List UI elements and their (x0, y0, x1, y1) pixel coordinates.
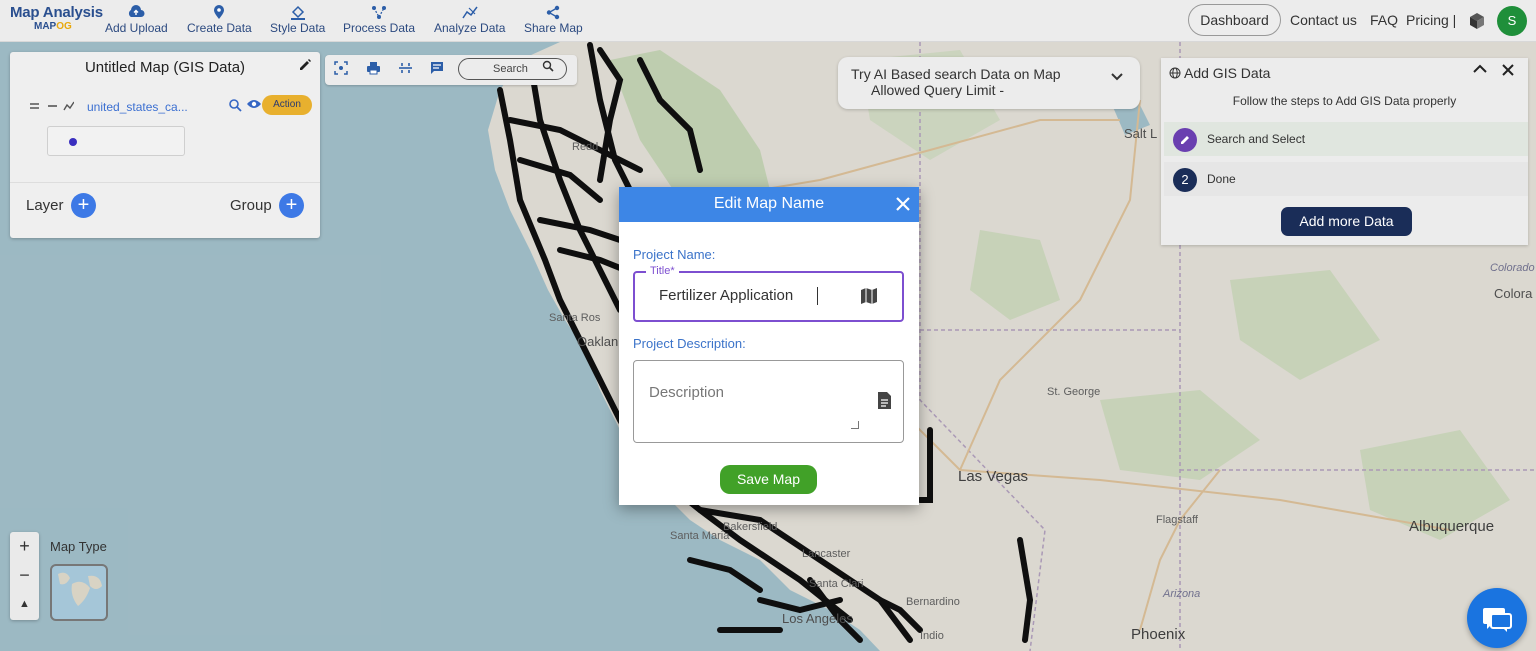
zoom-out-button[interactable]: − (10, 561, 39, 590)
measure-icon[interactable] (398, 61, 413, 78)
edit-map-name-modal: Edit Map Name Project Name: Title* Ferti… (619, 187, 919, 505)
chat-icon (1483, 608, 1512, 632)
top-navbar: Map Analysis MAPOG Add Upload Create Dat… (0, 0, 1536, 42)
layer-label: Layer (26, 197, 64, 214)
title-field[interactable]: Title* Fertilizer Application (633, 265, 904, 322)
save-map-button[interactable]: Save Map (720, 465, 817, 494)
zoom-to-layer-icon[interactable] (228, 98, 242, 115)
nav-create-data[interactable]: Create Data (187, 5, 252, 35)
map-title: Untitled Map (GIS Data) (84, 59, 246, 76)
text-cursor (817, 287, 818, 305)
user-avatar[interactable]: S (1497, 6, 1527, 36)
nav-style-data[interactable]: Style Data (270, 5, 325, 35)
title-field-label: Title* (646, 265, 679, 277)
nav-analyze-data[interactable]: Analyze Data (434, 5, 505, 35)
zoom-in-button[interactable]: + (10, 532, 39, 561)
share-icon (524, 5, 583, 21)
add-layer-button[interactable]: + (71, 193, 96, 218)
nav-add-upload[interactable]: Add Upload (105, 5, 168, 35)
panel-divider (10, 182, 320, 183)
faq-link[interactable]: FAQ (1370, 12, 1398, 28)
location-pin-icon (187, 5, 252, 21)
zoom-control: + − ▲ (10, 532, 39, 620)
search-label: Search (493, 63, 528, 75)
map-toolstrip: Search (325, 55, 577, 85)
edit-pencil-icon[interactable] (298, 58, 312, 77)
map-type-label: Map Type (50, 539, 107, 554)
ai-search-title: Try AI Based search Data on Map (851, 66, 1061, 82)
step-done[interactable]: 2 Done (1164, 162, 1528, 196)
nav-label: Share Map (524, 21, 583, 35)
nav-label: Analyze Data (434, 21, 506, 35)
brand-subtitle: MAPOG (34, 21, 72, 32)
step-search-and-select[interactable]: Search and Select (1164, 122, 1528, 156)
print-icon[interactable] (366, 61, 381, 78)
fullscreen-icon[interactable] (334, 61, 348, 78)
map-search-button[interactable]: Search (458, 58, 567, 80)
nav-label: Add Upload (105, 21, 168, 35)
layer-action-button[interactable]: Action (262, 95, 312, 115)
gis-panel-subtitle: Follow the steps to Add GIS Data properl… (1232, 94, 1457, 108)
resize-handle-icon[interactable] (851, 421, 859, 429)
close-icon[interactable] (1500, 62, 1516, 83)
globe-icon (1169, 67, 1181, 79)
cloud-upload-icon (105, 5, 168, 21)
dashboard-button[interactable]: Dashboard (1188, 4, 1281, 36)
brand-logo[interactable]: Map Analysis MAPOG (10, 4, 103, 32)
search-icon (542, 59, 554, 79)
collapse-chevron-up-icon[interactable] (1472, 62, 1488, 80)
step-number-badge: 2 (1173, 168, 1197, 192)
project-description-label: Project Description: (633, 336, 746, 351)
ai-query-limit: Allowed Query Limit - (871, 82, 1005, 98)
pricing-link[interactable]: Pricing | (1406, 12, 1456, 28)
layer-row[interactable]: united_states_ca... Action (30, 95, 315, 116)
map-icon (860, 287, 878, 310)
group-label: Group (230, 197, 272, 214)
add-group-button[interactable]: + (279, 193, 304, 218)
chevron-down-icon[interactable] (1110, 69, 1124, 87)
paint-bucket-icon (270, 5, 325, 21)
document-icon (877, 391, 892, 415)
project-name-label: Project Name: (633, 247, 716, 262)
analyze-icon (434, 5, 505, 21)
nav-process-data[interactable]: Process Data (343, 5, 415, 35)
gis-panel-title: Add GIS Data (1169, 65, 1270, 81)
nav-share-map[interactable]: Share Map (524, 5, 583, 35)
pencil-step-icon (1173, 128, 1197, 152)
add-gis-data-panel: Add GIS Data Follow the steps to Add GIS… (1161, 58, 1528, 245)
nav-label: Create Data (187, 21, 252, 35)
legend-dot (69, 138, 77, 146)
step-label: Done (1207, 172, 1236, 186)
layer-panel: Untitled Map (GIS Data) united_states_ca… (10, 52, 320, 238)
layer-legend (47, 126, 185, 156)
nav-label: Style Data (270, 21, 326, 35)
description-field[interactable]: Description (633, 360, 904, 443)
nav-label: Process Data (343, 21, 416, 35)
reset-north-button[interactable]: ▲ (10, 590, 39, 619)
title-input[interactable]: Fertilizer Application (659, 287, 793, 304)
add-more-data-button[interactable]: Add more Data (1281, 207, 1412, 236)
chat-support-button[interactable] (1467, 588, 1527, 648)
map-type-thumbnail[interactable] (50, 564, 108, 621)
visibility-eye-icon[interactable] (246, 98, 262, 113)
process-icon (343, 5, 415, 21)
modal-header: Edit Map Name (619, 187, 919, 222)
cube-icon[interactable] (1468, 12, 1486, 30)
drag-handle-icon[interactable] (30, 100, 75, 115)
step-label: Search and Select (1207, 132, 1306, 146)
description-placeholder: Description (649, 384, 725, 401)
contact-link[interactable]: Contact us (1290, 12, 1357, 28)
ai-search-box[interactable]: Try AI Based search Data on Map Allowed … (838, 57, 1140, 109)
comment-icon[interactable] (430, 61, 444, 78)
brand-title: Map Analysis (10, 4, 103, 21)
modal-title: Edit Map Name (713, 195, 825, 212)
layer-name[interactable]: united_states_ca... (87, 100, 188, 114)
close-icon[interactable] (895, 193, 911, 216)
